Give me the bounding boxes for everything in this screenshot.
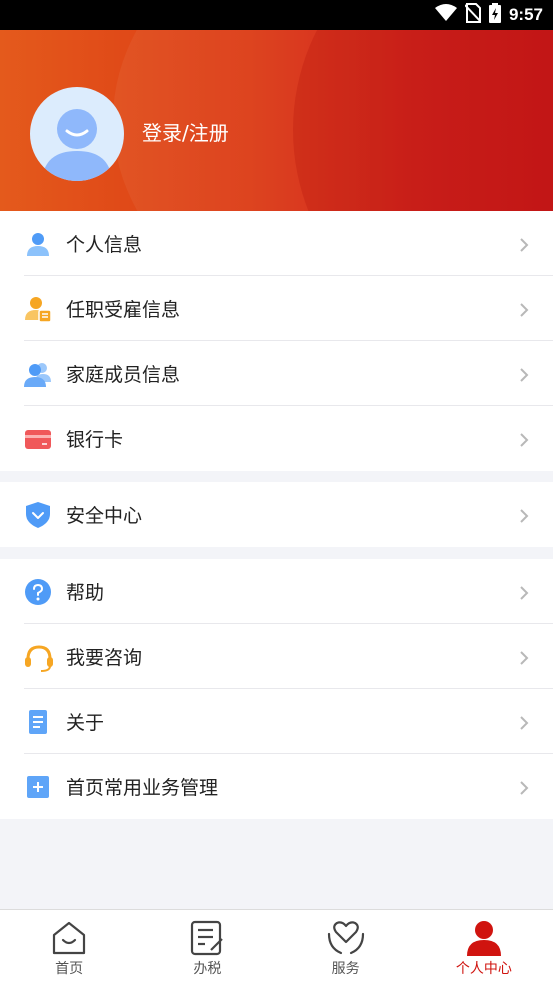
wifi-icon <box>434 4 457 26</box>
family-icon <box>24 360 52 388</box>
menu-item-label: 我要咨询 <box>66 647 143 669</box>
help-icon <box>24 578 52 606</box>
menu-item-help[interactable]: 帮助 <box>0 559 553 624</box>
status-time: 9:57 <box>508 5 543 24</box>
plus-square-icon <box>24 773 52 801</box>
menu-item-label: 安全中心 <box>66 505 143 527</box>
menu-item-label: 首页常用业务管理 <box>66 777 219 799</box>
profile-header: 登录/注册 <box>0 30 553 211</box>
tax-form-icon <box>191 920 224 956</box>
chevron-right-icon <box>519 780 529 795</box>
profile-icon <box>466 921 501 956</box>
personal-info-group: 个人信息 任职受雇信息 家庭成员信息 银行卡 <box>0 211 553 471</box>
chevron-right-icon <box>519 237 529 252</box>
menu-item-bank-card[interactable]: 银行卡 <box>0 406 553 471</box>
tab-service[interactable]: 服务 <box>277 910 415 983</box>
chevron-right-icon <box>519 585 529 600</box>
chevron-right-icon <box>519 432 529 447</box>
menu-item-employment-info[interactable]: 任职受雇信息 <box>0 276 553 341</box>
tab-profile[interactable]: 个人中心 <box>415 910 553 983</box>
headset-icon <box>24 643 53 672</box>
tab-label: 服务 <box>331 961 360 977</box>
menu-item-label: 银行卡 <box>66 429 124 451</box>
menu-item-family-info[interactable]: 家庭成员信息 <box>0 341 553 406</box>
chevron-right-icon <box>519 302 529 317</box>
menu-item-label: 关于 <box>66 712 105 734</box>
home-icon <box>53 921 86 955</box>
bottom-tab-bar: 首页 办税 服务 个人中心 <box>0 909 553 983</box>
person-icon <box>24 230 52 258</box>
help-group: 帮助 我要咨询 关于 首页常用业务管理 <box>0 559 553 819</box>
tab-tax[interactable]: 办税 <box>138 910 276 983</box>
login-register-link[interactable]: 登录/注册 <box>142 117 229 146</box>
chevron-right-icon <box>519 367 529 382</box>
menu-item-home-business-management[interactable]: 首页常用业务管理 <box>0 754 553 819</box>
no-sim-icon <box>464 3 482 27</box>
avatar-placeholder-icon <box>42 109 112 181</box>
menu-item-about[interactable]: 关于 <box>0 689 553 754</box>
menu-item-label: 任职受雇信息 <box>66 299 181 321</box>
tab-home[interactable]: 首页 <box>0 910 138 983</box>
menu-item-consult[interactable]: 我要咨询 <box>0 624 553 689</box>
battery-charging-icon <box>488 3 501 27</box>
chevron-right-icon <box>519 715 529 730</box>
menu-item-security-center[interactable]: 安全中心 <box>0 482 553 547</box>
bank-card-icon <box>24 425 52 453</box>
tab-label: 个人中心 <box>455 961 512 977</box>
heart-hands-icon <box>327 921 364 955</box>
document-icon <box>24 708 52 736</box>
chevron-right-icon <box>519 508 529 523</box>
shield-icon <box>24 501 52 529</box>
menu-item-personal-info[interactable]: 个人信息 <box>0 211 553 276</box>
tab-label: 首页 <box>55 961 84 977</box>
security-group: 安全中心 <box>0 482 553 547</box>
status-bar: 9:57 <box>0 0 553 30</box>
tab-label: 办税 <box>193 961 222 977</box>
employee-icon <box>24 295 52 323</box>
status-icons: 9:57 <box>434 0 543 30</box>
chevron-right-icon <box>519 650 529 665</box>
header-decoration <box>293 30 553 211</box>
menu-item-label: 帮助 <box>66 582 105 604</box>
avatar[interactable] <box>30 87 124 181</box>
menu-item-label: 个人信息 <box>66 234 143 256</box>
menu-item-label: 家庭成员信息 <box>66 364 181 386</box>
